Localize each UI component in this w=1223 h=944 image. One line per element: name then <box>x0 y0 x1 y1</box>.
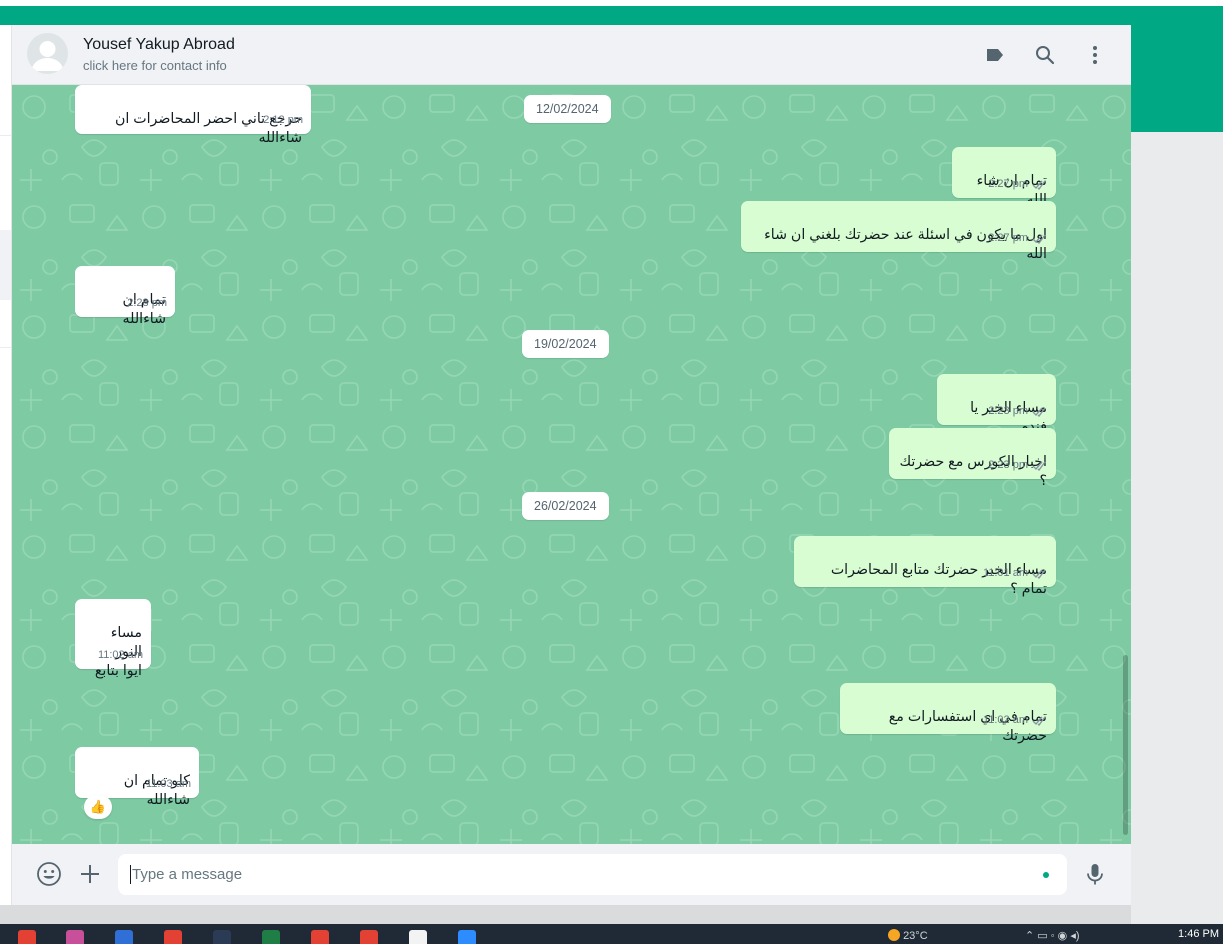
chrome-icon[interactable] <box>360 930 378 944</box>
contact-info-hint[interactable]: click here for contact info <box>83 58 227 73</box>
app-icon[interactable] <box>213 930 231 944</box>
reaction-badge[interactable]: 👍 <box>84 795 112 819</box>
read-receipt-icon <box>1032 407 1046 417</box>
system-tray-icons[interactable]: ⌃ ▭ ◦ ◉ ◂) <box>1025 929 1080 942</box>
temperature: 23°C <box>903 930 928 942</box>
message-bubble-outgoing[interactable]: اخبار الكورس مع حضرتك ؟ 2:23 pm <box>889 428 1056 489</box>
app-icon[interactable] <box>66 930 84 944</box>
message-bubble-outgoing[interactable]: مساء الخير حضرتك متابع المحاضرات تمام ؟ … <box>794 536 1056 597</box>
message-time: 11:01 am <box>982 567 1028 579</box>
chrome-icon[interactable] <box>311 930 329 944</box>
app-icon[interactable] <box>115 930 133 944</box>
avatar[interactable] <box>27 33 68 74</box>
message-input[interactable] <box>132 854 1012 895</box>
date-separator: 26/02/2024 <box>522 492 609 520</box>
emoji-icon[interactable] <box>36 861 62 887</box>
search-icon[interactable] <box>1033 43 1057 67</box>
message-time: 11:03 am <box>145 778 191 790</box>
text-caret <box>130 865 131 884</box>
label-icon[interactable] <box>983 43 1007 67</box>
read-receipt-icon <box>1032 461 1046 471</box>
zoom-icon[interactable] <box>458 930 476 944</box>
menu-icon[interactable] <box>1083 43 1107 67</box>
plus-icon[interactable] <box>77 861 103 887</box>
selected-chat-indicator <box>0 230 11 300</box>
conversation-header[interactable]: Yousef Yakup Abroad click here for conta… <box>12 25 1131 85</box>
sun-icon <box>888 929 900 941</box>
read-receipt-icon <box>1032 234 1046 244</box>
message-time: 2:27 pm <box>988 232 1028 244</box>
contact-name[interactable]: Yousef Yakup Abroad <box>83 36 235 54</box>
message-bubble-outgoing[interactable]: اول ما يكون في اسئلة عند حضرتك بلغني ان … <box>741 201 1056 262</box>
system-clock[interactable]: 1:46 PM <box>1178 928 1219 940</box>
date-separator: 12/02/2024 <box>524 95 611 123</box>
chrome-icon[interactable] <box>164 930 182 944</box>
read-receipt-icon <box>1032 716 1046 726</box>
message-bubble-incoming[interactable]: مساء النور ايوا بتابع 11:02 am <box>75 599 151 679</box>
message-bubble-incoming[interactable]: كلو تمام ان شاءالله 11:03 am <box>75 747 199 808</box>
message-bubble-outgoing[interactable]: تمام في اي استفسارات مع حضرتك 11:02 am <box>840 683 1056 744</box>
message-time: 2:27 pm <box>988 178 1028 190</box>
window-background <box>1131 132 1223 924</box>
message-time: 11:02 am <box>97 649 143 661</box>
status-dot <box>1043 872 1049 878</box>
date-separator: 19/02/2024 <box>522 330 609 358</box>
message-meta: 2:23 pm <box>988 456 1048 475</box>
message-time: 2:23 pm <box>988 405 1028 417</box>
message-bubble-incoming[interactable]: تمام ان شاءالله 2:28 pm <box>75 266 175 327</box>
composer-bar <box>12 844 1131 905</box>
message-list[interactable]: 12/02/2024 19/02/2024 26/02/2024 حرجع تا… <box>12 85 1131 844</box>
message-time: 11:02 am <box>982 714 1028 726</box>
message-meta: 11:01 am <box>983 564 1048 583</box>
message-input-box[interactable] <box>118 854 1067 895</box>
message-time: 2:12 pm <box>263 114 303 126</box>
message-meta: 2:23 pm <box>988 402 1048 421</box>
message-bubble-outgoing[interactable]: تمام ان شاء الله 2:27 pm <box>952 147 1056 208</box>
chrome-icon[interactable] <box>18 930 36 944</box>
message-time: 2:28 pm <box>127 297 167 309</box>
conversation-panel: Yousef Yakup Abroad click here for conta… <box>12 25 1131 905</box>
default-avatar-icon <box>31 41 64 71</box>
message-bubble-incoming[interactable]: حرجع تاني احضر المحاضرات ان شاءالله 2:12… <box>75 85 311 146</box>
excel-icon[interactable] <box>262 930 280 944</box>
chat-list-edge <box>0 25 12 905</box>
read-receipt-icon <box>1032 569 1046 579</box>
mic-icon[interactable] <box>1082 861 1108 887</box>
message-meta: 2:27 pm <box>988 175 1048 194</box>
pdf-icon[interactable] <box>409 930 427 944</box>
message-bubble-outgoing[interactable]: مساء الخير يا فندم 2:23 pm <box>937 374 1056 435</box>
message-meta: 11:02 am <box>983 711 1048 730</box>
message-time: 2:23 pm <box>988 459 1028 471</box>
weather-widget[interactable]: 23°C <box>888 929 928 942</box>
os-taskbar: 23°C ⌃ ▭ ◦ ◉ ◂) 1:46 PM <box>0 924 1223 944</box>
message-meta: 2:27 pm <box>988 229 1048 248</box>
scrollbar[interactable] <box>1123 655 1128 835</box>
read-receipt-icon <box>1032 180 1046 190</box>
